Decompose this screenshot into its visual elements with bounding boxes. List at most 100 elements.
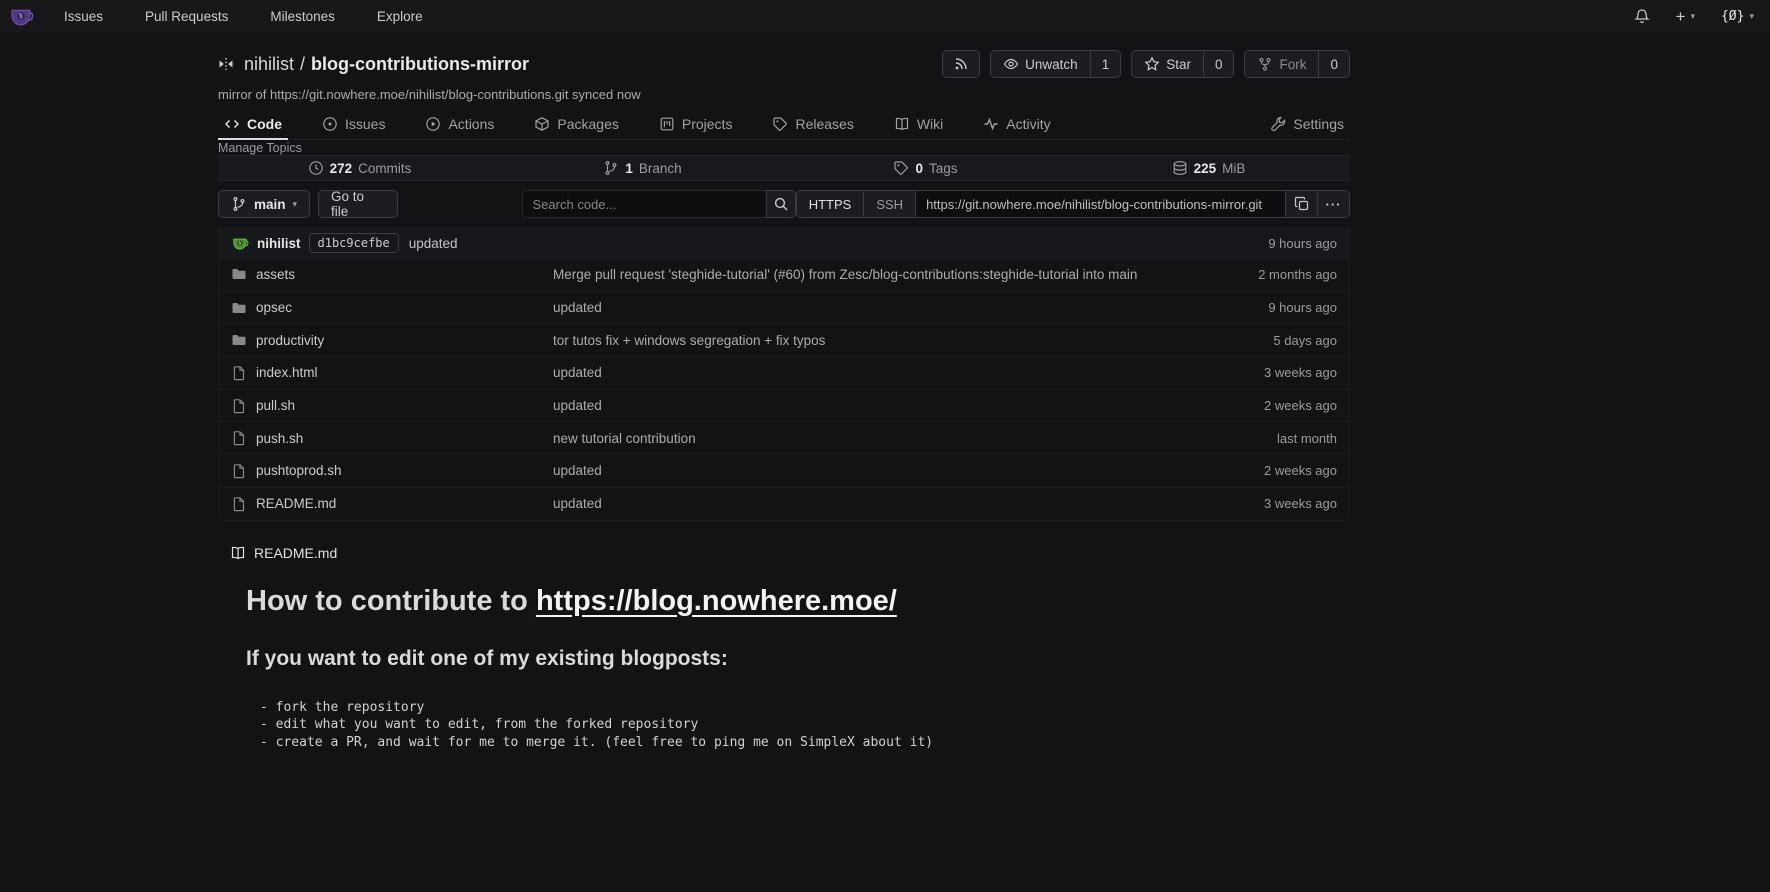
- stat-size: 225MiB: [1067, 156, 1350, 180]
- file-updated-time: 9 hours ago: [1177, 300, 1337, 315]
- table-row: push.sh new tutorial contribution last m…: [219, 421, 1349, 454]
- create-new-button[interactable]: + ▾: [1676, 8, 1695, 25]
- package-icon: [534, 116, 550, 132]
- book-icon: [894, 116, 910, 132]
- readme-heading-text: How to contribute to: [246, 585, 536, 617]
- folder-icon: [231, 332, 247, 348]
- branch-icon: [231, 196, 247, 212]
- branch-icon: [603, 160, 619, 176]
- nav-milestones[interactable]: Milestones: [270, 9, 335, 24]
- nav-explore[interactable]: Explore: [377, 9, 423, 24]
- file-icon: [231, 463, 247, 479]
- repo-owner-link[interactable]: nihilist: [244, 54, 294, 75]
- file-link[interactable]: push.sh: [256, 431, 303, 446]
- blog-link[interactable]: https://blog.nowhere.moe/: [536, 585, 897, 617]
- repo-name-link[interactable]: blog-contributions-mirror: [311, 54, 529, 75]
- manage-topics-link[interactable]: Manage Topics: [218, 141, 302, 155]
- rss-button[interactable]: [942, 50, 980, 78]
- chevron-down-icon: ▾: [1690, 11, 1695, 22]
- play-circle-icon: [425, 116, 441, 132]
- commit-author-link[interactable]: nihilist: [257, 236, 301, 251]
- go-to-file-button[interactable]: Go to file: [318, 190, 397, 218]
- notifications-button[interactable]: [1634, 8, 1650, 24]
- tab-code[interactable]: Code: [218, 108, 288, 139]
- stat-tags[interactable]: 0Tags: [784, 156, 1067, 180]
- user-menu[interactable]: {Ø} ▾: [1721, 9, 1754, 24]
- file-link[interactable]: opsec: [256, 300, 292, 315]
- table-row: pull.sh updated 2 weeks ago: [219, 389, 1349, 422]
- stars-count[interactable]: 0: [1203, 51, 1234, 77]
- https-button[interactable]: HTTPS: [797, 191, 864, 217]
- file-link[interactable]: index.html: [256, 365, 318, 380]
- file-link[interactable]: pull.sh: [256, 398, 295, 413]
- stat-branches[interactable]: 1Branch: [501, 156, 784, 180]
- unwatch-button[interactable]: Unwatch: [991, 51, 1090, 77]
- more-options-button[interactable]: ···: [1317, 191, 1349, 217]
- clock-icon: [308, 160, 324, 176]
- repo-description: mirror of https://git.nowhere.moe/nihili…: [218, 87, 1350, 102]
- table-row: productivity tor tutos fix + windows seg…: [219, 323, 1349, 356]
- search-code-input[interactable]: [522, 190, 766, 218]
- ssh-button[interactable]: SSH: [863, 191, 915, 217]
- tab-actions[interactable]: Actions: [419, 108, 500, 139]
- tab-wiki[interactable]: Wiki: [888, 108, 949, 139]
- code-line: - create a PR, and wait for me to merge …: [260, 734, 1322, 752]
- commit-message-link[interactable]: Merge pull request 'steghide-tutorial' (…: [553, 267, 1137, 282]
- commit-message-link[interactable]: updated: [409, 236, 458, 251]
- tab-activity[interactable]: Activity: [977, 108, 1056, 139]
- file-link[interactable]: assets: [256, 267, 295, 282]
- avatar[interactable]: [231, 234, 249, 252]
- readme-filename: README.md: [254, 545, 337, 561]
- plus-icon: +: [1676, 8, 1686, 25]
- tab-projects[interactable]: Projects: [653, 108, 739, 139]
- branch-selector[interactable]: main ▾: [218, 190, 310, 218]
- eye-icon: [1003, 56, 1019, 72]
- file-updated-time: 2 weeks ago: [1177, 398, 1337, 413]
- table-row: assets Merge pull request 'steghide-tuto…: [219, 258, 1349, 291]
- chevron-down-icon: ▾: [293, 199, 298, 210]
- readme-content: How to contribute to https://blog.nowher…: [218, 563, 1350, 752]
- clone-url-input[interactable]: [915, 191, 1285, 217]
- nav-issues[interactable]: Issues: [64, 9, 103, 24]
- tab-releases[interactable]: Releases: [766, 108, 859, 139]
- file-link[interactable]: pushtoprod.sh: [256, 463, 342, 478]
- bell-icon: [1634, 8, 1650, 24]
- code-toolbar: main ▾ Go to file HTTPS SSH ···: [218, 190, 1350, 218]
- commit-message-link[interactable]: updated: [553, 300, 602, 315]
- gitea-logo[interactable]: [8, 3, 34, 29]
- commit-message-link[interactable]: updated: [553, 365, 602, 380]
- avatar: {Ø}: [1721, 9, 1744, 24]
- project-board-icon: [659, 116, 675, 132]
- table-row: index.html updated 3 weeks ago: [219, 356, 1349, 389]
- tab-issues[interactable]: Issues: [316, 108, 391, 139]
- tab-packages[interactable]: Packages: [528, 108, 624, 139]
- star-button[interactable]: Star: [1132, 51, 1203, 77]
- fork-button[interactable]: Fork: [1245, 51, 1318, 77]
- commit-message-link[interactable]: tor tutos fix + windows segregation + fi…: [553, 333, 825, 348]
- stat-commits[interactable]: 272Commits: [218, 156, 501, 180]
- chevron-down-icon: ▾: [1749, 11, 1754, 22]
- repo-header: nihilist / blog-contributions-mirror Unw…: [218, 32, 1350, 102]
- folder-icon: [231, 300, 247, 316]
- commit-message-link[interactable]: updated: [553, 463, 602, 478]
- tab-settings[interactable]: Settings: [1264, 108, 1350, 139]
- commit-message-link[interactable]: updated: [553, 496, 602, 511]
- file-updated-time: 3 weeks ago: [1177, 496, 1337, 511]
- file-link[interactable]: productivity: [256, 333, 324, 348]
- commit-message-link[interactable]: updated: [553, 398, 602, 413]
- repo-tabs: Code Issues Actions Packages Projects Re…: [218, 108, 1350, 140]
- file-link[interactable]: README.md: [256, 496, 336, 511]
- commit-sha-badge[interactable]: d1bc9cefbe: [309, 233, 399, 253]
- rss-icon: [953, 56, 969, 72]
- folder-icon: [231, 266, 247, 282]
- kebab-horizontal-icon: ···: [1326, 197, 1342, 212]
- file-updated-time: 2 months ago: [1177, 267, 1337, 282]
- commit-message-link[interactable]: new tutorial contribution: [553, 431, 696, 446]
- code-icon: [224, 116, 240, 132]
- copy-url-button[interactable]: [1285, 191, 1317, 217]
- nav-pull-requests[interactable]: Pull Requests: [145, 9, 228, 24]
- forks-count[interactable]: 0: [1318, 51, 1349, 77]
- search-button[interactable]: [766, 190, 796, 218]
- database-icon: [1172, 160, 1188, 176]
- watchers-count[interactable]: 1: [1090, 51, 1121, 77]
